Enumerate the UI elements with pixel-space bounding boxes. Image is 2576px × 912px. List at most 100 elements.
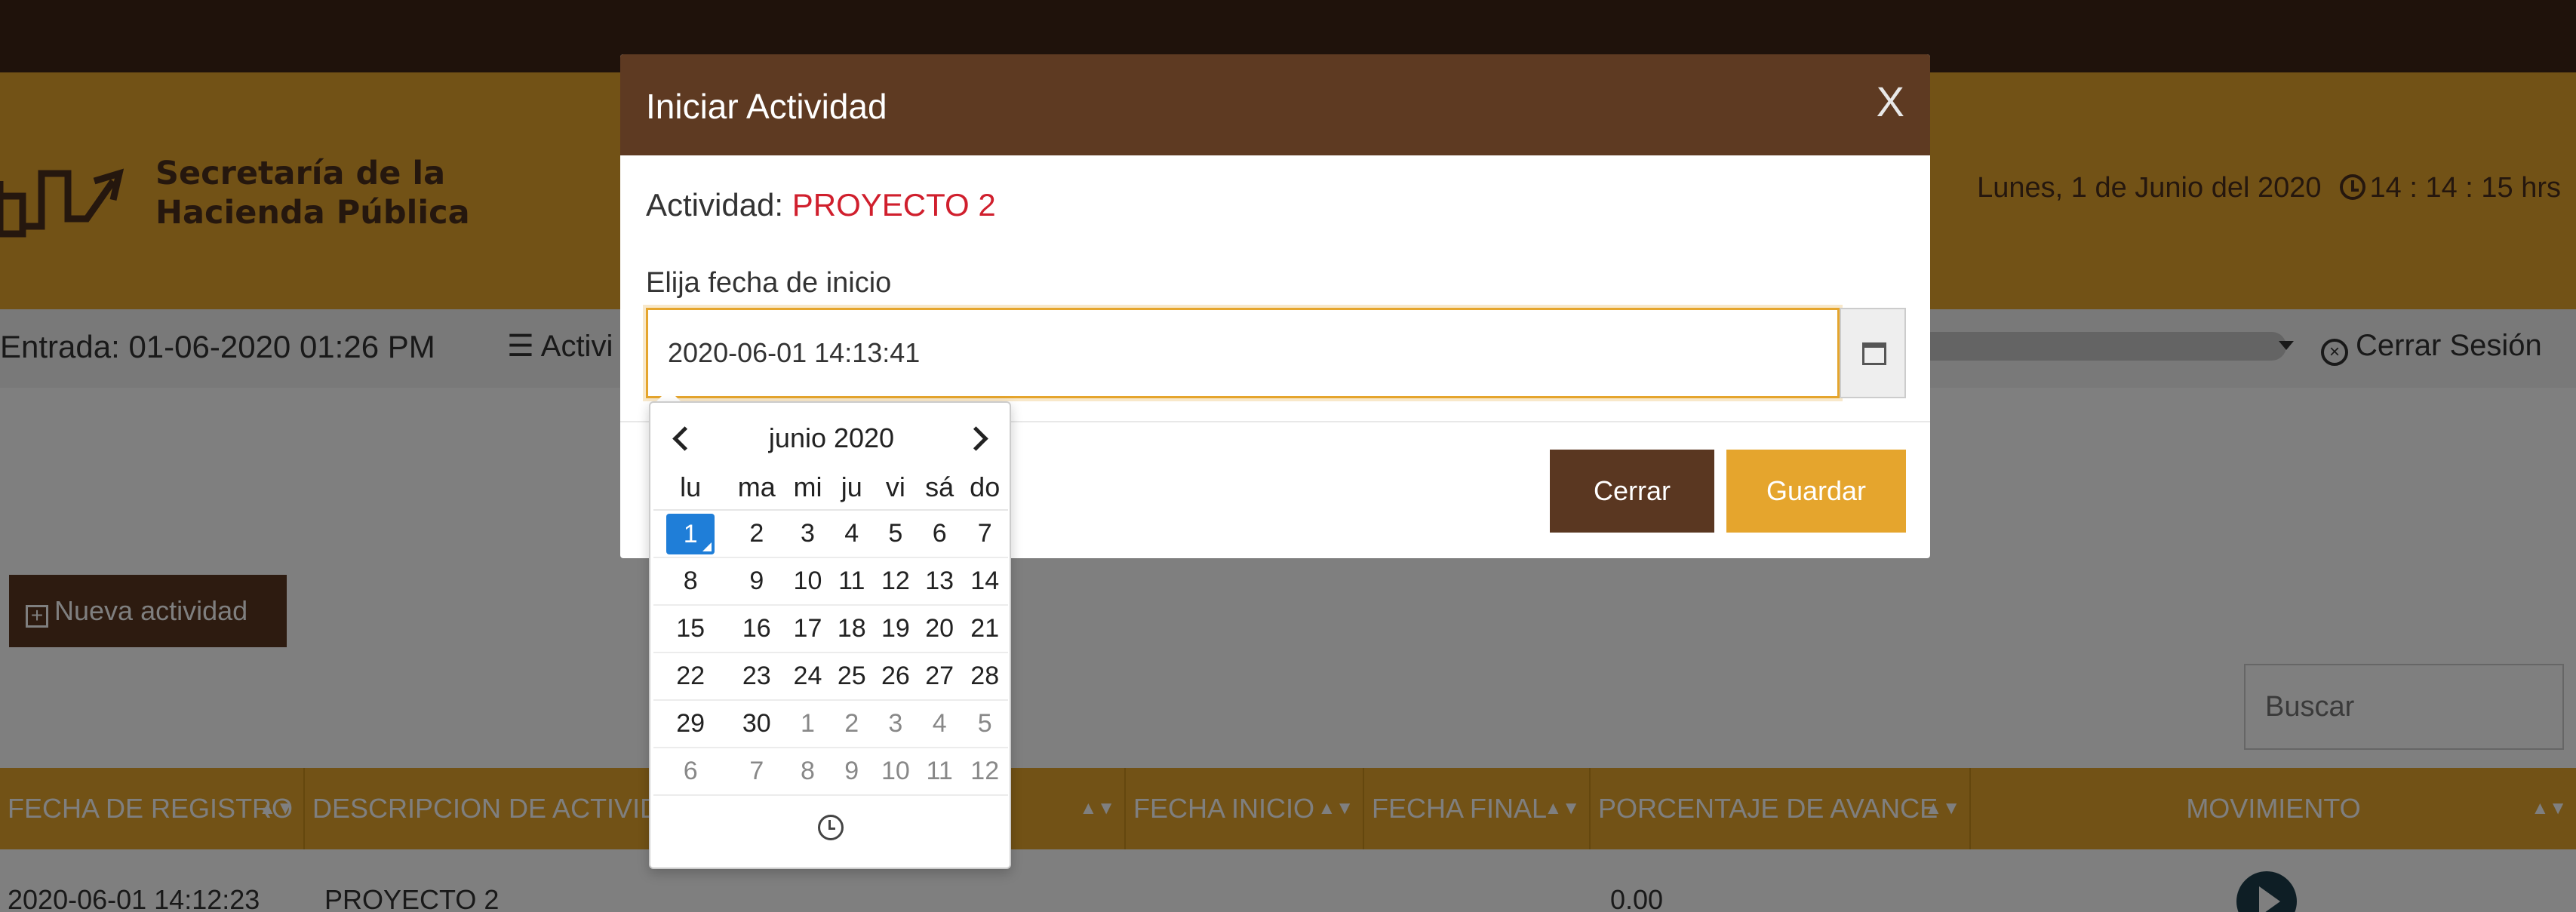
actividad-line: Actividad: PROYECTO 2 [646,187,996,223]
prev-month-chevron-icon[interactable] [662,419,700,457]
calendar-day[interactable]: 22 [653,653,728,701]
calendar-day[interactable]: 26 [873,653,918,701]
calendar-day-label: 26 [881,662,910,690]
calendar-button[interactable] [1840,308,1906,398]
calendar-day[interactable]: 8 [785,748,830,796]
calendar-day[interactable]: 19 [873,605,918,653]
calendar-day[interactable]: 4 [829,510,874,558]
calendar-day-label: 8 [800,757,815,785]
calendar-day-label: 13 [925,567,954,595]
actividad-value: PROYECTO 2 [792,187,996,223]
calendar-day-label: 4 [932,709,947,738]
calendar-day[interactable]: 12 [961,748,1008,796]
guardar-button[interactable]: Guardar [1726,450,1906,533]
calendar-day[interactable]: 20 [917,605,962,653]
calendar-week: 1 2 3456 7 [653,510,1008,558]
calendar-icon [1862,342,1886,365]
calendar-day-label: 30 [742,709,771,738]
calendar-day-label: 6 [932,519,947,548]
calendar-day-label: 11 [838,567,865,595]
next-month-chevron-icon[interactable] [960,419,998,457]
calendar-day-label: 12 [970,757,1000,785]
calendar-week: 15 16 17 18 19 20 21 [653,605,1008,653]
calendar-day-label: 6 [683,757,698,785]
fecha-inicio-input[interactable] [646,308,1840,398]
calendar-day[interactable]: 10 [785,557,830,606]
calendar-day-label: 11 [926,757,953,785]
calendar-day[interactable]: 15 [653,605,728,653]
calendar-day[interactable]: 2 [829,700,874,748]
cerrar-button[interactable]: Cerrar [1550,450,1714,533]
calendar-day[interactable]: 1 [653,510,728,558]
modal-title: Iniciar Actividad [646,87,887,126]
calendar-day[interactable]: 21 [961,605,1008,653]
weekday-label: do [961,465,1008,511]
calendar-week: 6 7 8 9 10 11 12 [653,748,1008,796]
calendar-day-label: 16 [742,614,771,643]
calendar-day[interactable]: 8 [653,557,728,606]
calendar-day[interactable]: 2 [727,510,786,558]
calendar-day[interactable]: 25 [829,653,874,701]
calendar-day-label: 2 [844,709,859,738]
calendar-day-label: 10 [881,757,910,785]
calendar-day-label: 23 [742,662,771,690]
calendar-day[interactable]: 23 [727,653,786,701]
calendar-day[interactable]: 3 [785,510,830,558]
weekday-label: vi [873,465,918,511]
calendar-day-label: 22 [676,662,705,690]
calendar-day[interactable]: 14 [961,557,1008,606]
calendar-day-label: 20 [925,614,954,643]
weekday-label: ju [829,465,874,511]
calendar-day-label: 9 [844,757,859,785]
modal-header: Iniciar Actividad X [620,54,1930,155]
calendar-day-label: 3 [800,519,815,548]
calendar-day[interactable]: 17 [785,605,830,653]
calendar-day[interactable]: 9 [727,557,786,606]
calendar-day[interactable]: 13 [917,557,962,606]
calendar-day-label: 15 [676,614,705,643]
calendar-day[interactable]: 18 [829,605,874,653]
calendar-day[interactable]: 7 [961,510,1008,558]
calendar-day[interactable]: 3 [873,700,918,748]
calendar-day[interactable]: 29 [653,700,728,748]
calendar-day-label: 2 [749,519,764,548]
calendar-day[interactable]: 6 [653,748,728,796]
time-picker-clock-icon[interactable] [818,815,844,840]
calendar-day[interactable]: 1 [785,700,830,748]
calendar-day[interactable]: 4 [917,700,962,748]
calendar-day[interactable]: 5 [873,510,918,558]
datepicker: junio 2020 lu ma mi ju vi sá do 1 2 3 4 5 6 7 8 9 10 11 1… [649,401,1011,869]
calendar-day-label: 17 [793,614,822,643]
calendar-day[interactable]: 6 [917,510,962,558]
calendar-day-label: 9 [749,567,764,595]
calendar-day-label: 18 [837,614,866,643]
datepicker-pointer [656,389,681,401]
fecha-label: Elija fecha de inicio [646,267,892,299]
calendar-day[interactable]: 9 [829,748,874,796]
calendar-day[interactable]: 11 [829,557,874,606]
calendar-day[interactable]: 12 [873,557,918,606]
calendar-day[interactable]: 16 [727,605,786,653]
calendar-day-label: 29 [676,709,705,738]
calendar-day-label: 24 [793,662,822,690]
calendar-day[interactable]: 11 [917,748,962,796]
calendar-day[interactable]: 7 [727,748,786,796]
calendar-day-label: 3 [888,709,903,738]
calendar-day[interactable]: 5 [961,700,1008,748]
calendar-day[interactable]: 24 [785,653,830,701]
calendar-day[interactable]: 10 [873,748,918,796]
weekday-label: lu [653,465,728,511]
calendar-day-label: 27 [925,662,954,690]
datepicker-month-title[interactable]: junio 2020 [726,422,937,454]
calendar-day[interactable]: 27 [917,653,962,701]
calendar-day[interactable]: 30 [727,700,786,748]
modal-close-button[interactable]: X [1877,77,1904,126]
calendar-day-label: 10 [793,567,822,595]
calendar-day[interactable]: 28 [961,653,1008,701]
calendar-day-label: 25 [837,662,866,690]
calendar-day-label: 14 [970,567,1000,595]
actividad-label: Actividad: [646,187,784,223]
calendar-day-label: 8 [683,567,698,595]
calendar-day-label: 1 [666,513,715,554]
calendar-day-label: 19 [881,614,910,643]
